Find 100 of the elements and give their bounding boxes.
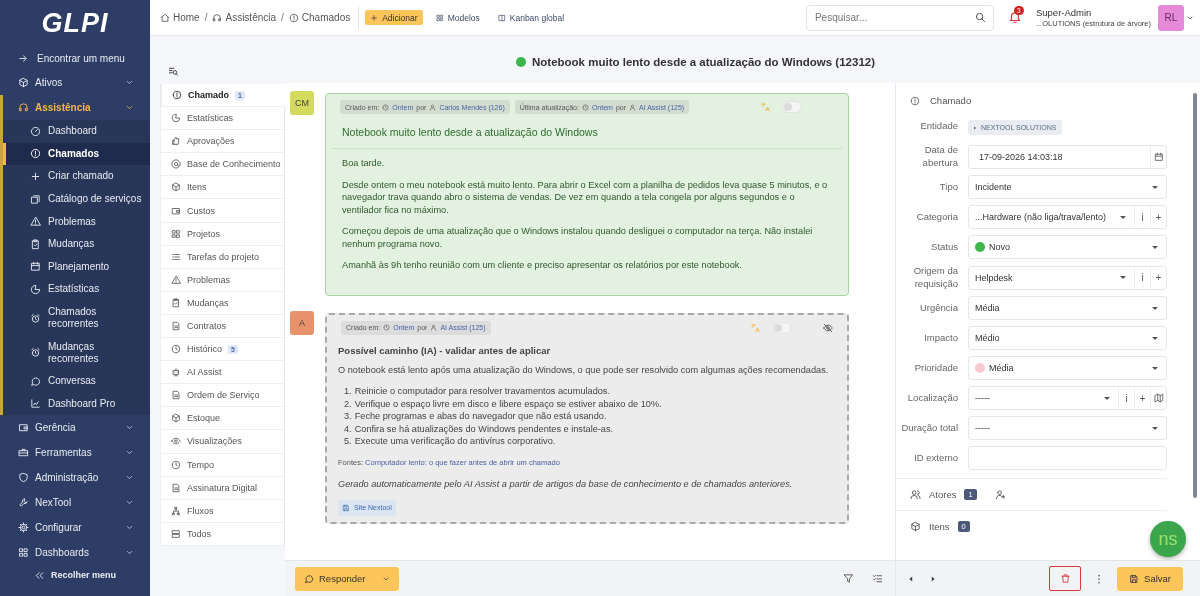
tab[interactable]: AI Assist — [160, 361, 285, 385]
toggle-switch[interactable] — [782, 101, 802, 113]
submenu-item[interactable]: Mudanças — [3, 232, 150, 256]
add-button[interactable]: Adicionar — [365, 10, 423, 25]
user-name: Super-Admin — [1035, 7, 1093, 18]
tab[interactable]: Custos — [160, 199, 285, 223]
submenu-item[interactable]: Chamados — [3, 142, 150, 166]
toggle-switch[interactable] — [772, 321, 792, 334]
users-icon — [910, 489, 921, 500]
menu-item[interactable]: NexTool — [0, 490, 150, 516]
submenu-item[interactable]: Catálogo de serviços — [3, 187, 150, 211]
menu-item[interactable]: Ferramentas — [0, 440, 150, 466]
search-icon — [974, 11, 986, 23]
trash-icon — [1059, 573, 1071, 584]
wallet-icon — [171, 205, 181, 216]
breadcrumb-link[interactable]: Home — [160, 12, 200, 23]
tab[interactable]: Tarefas do projeto — [160, 245, 285, 269]
tab[interactable]: Mudanças — [160, 291, 285, 315]
field-label: Data de abertura — [921, 144, 958, 169]
menu-item[interactable]: Gerência — [0, 415, 150, 441]
submenu-item[interactable]: Criar chamado — [3, 165, 150, 188]
tab[interactable]: Aprovações — [160, 130, 285, 154]
save-button[interactable]: Salvar — [1117, 566, 1183, 591]
briefcase-icon — [18, 447, 29, 459]
headset-icon — [212, 12, 223, 23]
tab[interactable]: Visualizações — [160, 430, 285, 454]
logo: GLPI — [41, 7, 109, 40]
alert-icon — [172, 90, 182, 101]
avatar: CM — [290, 91, 314, 115]
wallet-icon — [18, 422, 29, 434]
tab[interactable]: Ordem de Serviço — [160, 384, 285, 408]
headset-icon — [18, 102, 29, 113]
field-label: Urgência — [918, 301, 958, 315]
step-text: Reinicie o computador para resolver travamentos acumulados. — [354, 385, 610, 398]
submenu-item[interactable]: Conversas — [3, 369, 150, 393]
clock-icon — [581, 103, 589, 111]
collapse-menu-link[interactable]: Recolher menu — [0, 565, 150, 586]
submenu-item[interactable]: Estatísticas — [3, 278, 150, 301]
document-icon — [171, 482, 181, 493]
breadcrumb-link[interactable]: Assistência — [212, 12, 277, 23]
select-field[interactable]: Média — [969, 357, 1166, 379]
tab[interactable]: Itens — [160, 176, 285, 200]
clock-icon — [171, 344, 181, 355]
tab[interactable]: Contratos — [160, 314, 285, 339]
robot-icon — [171, 367, 181, 378]
delete-button[interactable] — [1049, 566, 1082, 591]
step-number: 2. — [344, 397, 352, 410]
clipboard-icon — [171, 297, 181, 308]
select-field[interactable]: Novo — [969, 236, 1166, 258]
gauge-icon — [30, 125, 41, 137]
submenu-item[interactable]: Mudanças recorrentes — [3, 335, 150, 370]
wrench-icon — [18, 497, 29, 509]
tab[interactable]: Fluxos — [160, 499, 285, 523]
search-field[interactable]: Pesquisar... — [805, 4, 994, 31]
translate-icon — [760, 102, 770, 112]
breadcrumb-link[interactable]: Chamados — [288, 12, 351, 23]
plus-icon — [30, 171, 41, 182]
menu-item[interactable]: Ativos — [0, 70, 150, 95]
menu-item[interactable]: Assistência — [3, 95, 150, 120]
tab[interactable]: Assinatura Digital — [160, 476, 285, 500]
step-number: 1. — [344, 385, 352, 398]
submenu-item[interactable]: Chamados recorrentes — [3, 300, 150, 336]
toolbar-link[interactable]: Modelos — [430, 10, 485, 25]
document-icon — [171, 390, 181, 401]
tab[interactable]: Base de Conhecimento — [160, 153, 285, 177]
tab[interactable]: Projetos — [160, 222, 285, 246]
chart-icon — [30, 398, 41, 410]
user-avatar[interactable]: RL — [1158, 4, 1184, 31]
submenu-item[interactable]: Problemas — [3, 210, 150, 233]
filter-icon — [843, 573, 854, 584]
floppy-icon — [1129, 573, 1140, 584]
submenu-item[interactable]: Planejamento — [3, 255, 150, 279]
menu-item[interactable]: Dashboards — [0, 540, 150, 566]
alert-icon — [30, 148, 41, 160]
select-field[interactable]: ----- — [969, 417, 1166, 439]
select-field[interactable]: Incidente — [969, 176, 1166, 198]
tab[interactable]: Problemas — [160, 268, 285, 292]
text-field[interactable] — [968, 446, 1167, 470]
scrollbar[interactable] — [1193, 93, 1197, 498]
reply-button[interactable]: Responder — [295, 566, 399, 591]
pie-chart-icon — [30, 283, 41, 295]
tab[interactable]: Todos — [160, 522, 285, 546]
translate-icon — [750, 322, 760, 333]
note-text: Gerado automaticamente pelo AI Assist a partir de artigos da base de conhecimento e de chamados anteriores. — [338, 478, 794, 491]
step-number: 3. — [344, 410, 352, 423]
paragraph: Desde ontem o meu notebook está muito lento. Para abrir o Excel com a planilha de pedidos leva quase 5 minutos, e o navegador trava quando abro o sistema de vendas. De vez em quando a tela congela por alguns segundos e o ventilador fica no máximo. — [342, 178, 829, 216]
submenu-item[interactable]: Dashboard — [3, 120, 150, 143]
toolbar-link[interactable]: Kanban global — [492, 10, 570, 25]
select-field[interactable]: Médio — [969, 327, 1166, 349]
checklist-icon — [872, 573, 883, 584]
tab[interactable]: Tempo — [160, 453, 285, 477]
submenu-item[interactable]: Dashboard Pro — [3, 392, 150, 416]
select-field[interactable]: Média — [969, 297, 1166, 319]
paragraph: Boa tarde. — [342, 157, 386, 170]
tab[interactable]: Estoque — [160, 407, 285, 431]
tab[interactable]: Estatísticas — [160, 107, 285, 131]
menu-item[interactable]: Configurar — [0, 515, 150, 541]
columns-icon — [497, 13, 506, 22]
menu-item[interactable]: Encontrar um menu — [0, 46, 150, 70]
menu-item[interactable]: Administração — [0, 465, 150, 491]
